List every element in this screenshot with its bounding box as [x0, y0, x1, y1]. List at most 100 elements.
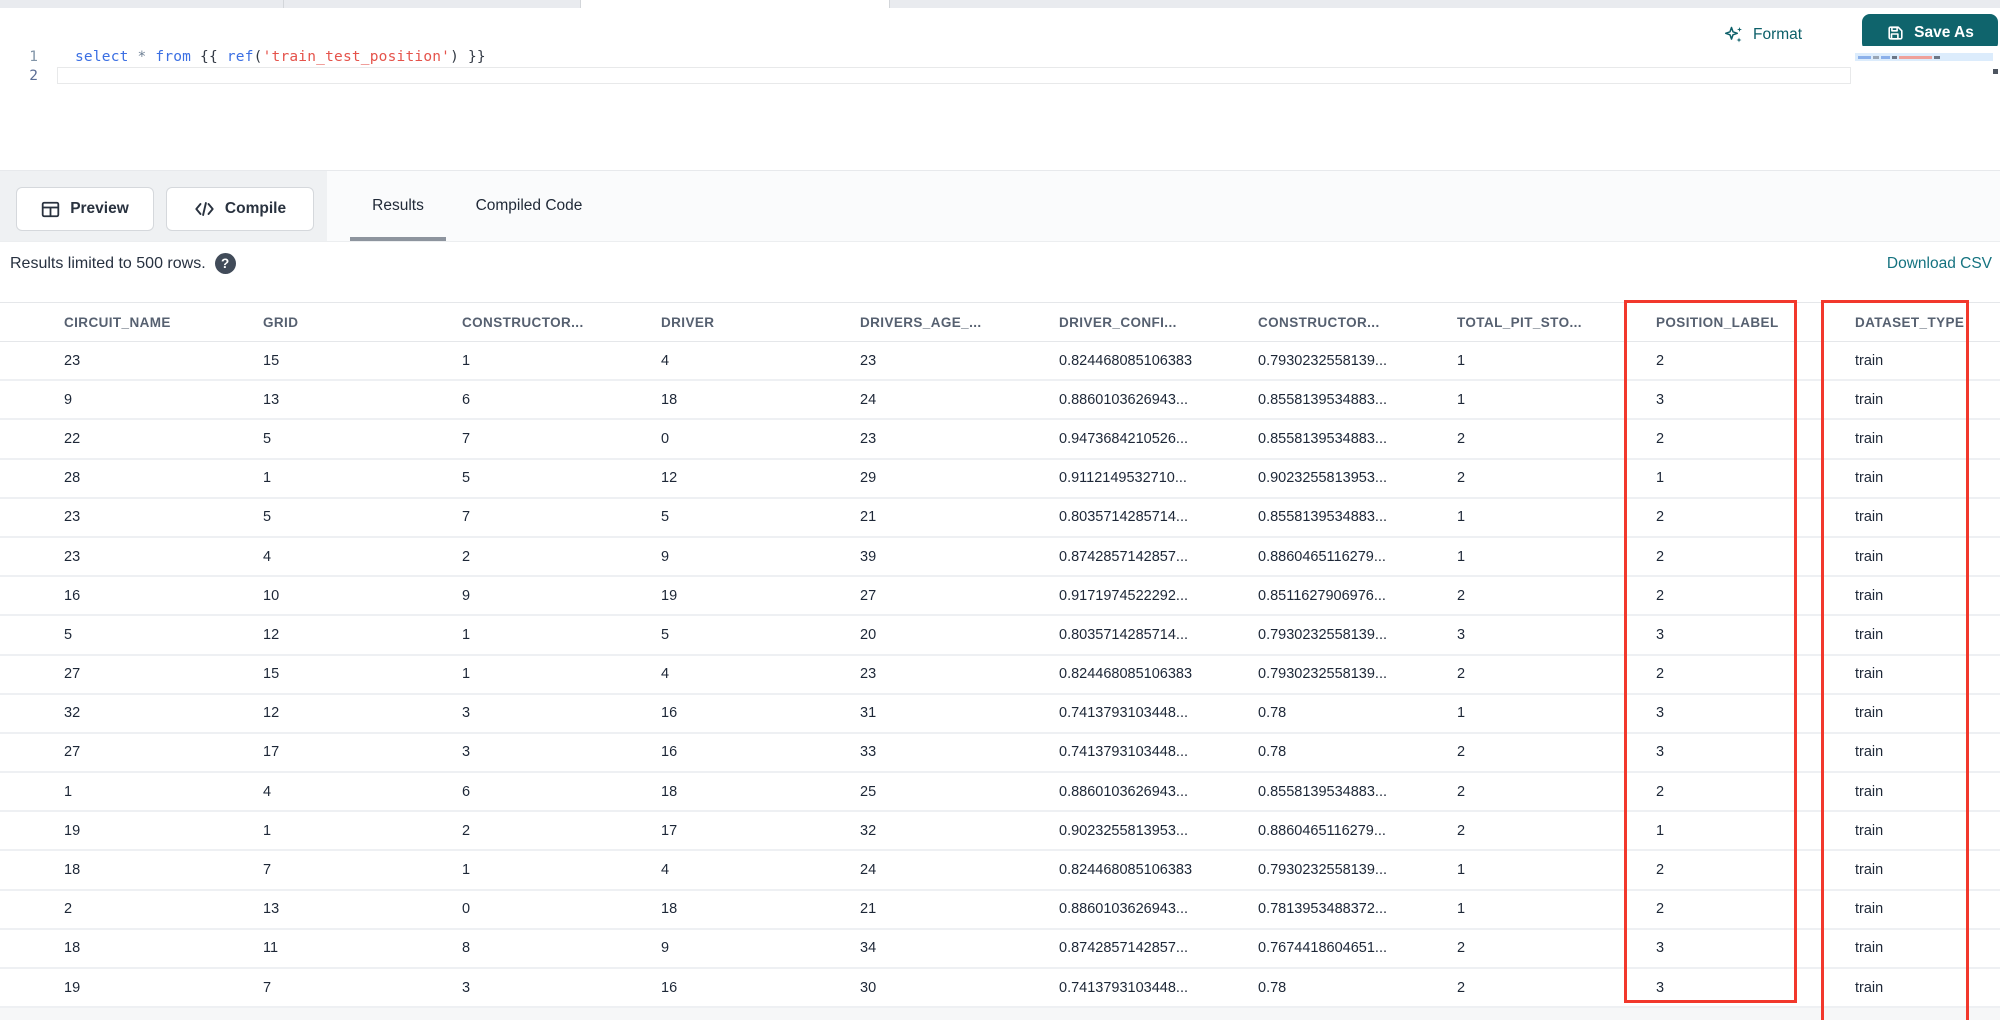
table-cell: 0.9023255813953... — [1258, 470, 1388, 487]
table-cell: 1 — [1457, 391, 1466, 408]
table-cell: 7 — [462, 509, 471, 526]
preview-button[interactable]: Preview — [16, 187, 154, 231]
minimap-visible-region — [1855, 53, 1993, 61]
table-cell: 0.7413793103448... — [1059, 744, 1189, 761]
table-cell: 1 — [1457, 705, 1466, 722]
table-cell: 0.824468085106383 — [1059, 352, 1193, 369]
table-cell: train — [1855, 783, 1884, 800]
table-cell: 4 — [661, 862, 670, 879]
table-cell: 0.78 — [1258, 744, 1287, 761]
table-cell: 12 — [661, 470, 678, 487]
table-cell: 5 — [462, 470, 471, 487]
table-cell: 4 — [263, 783, 272, 800]
active-line-highlight[interactable] — [57, 67, 1851, 84]
table-cell: 3 — [462, 979, 471, 996]
format-button[interactable]: Format — [1724, 25, 1802, 45]
table-cell: 13 — [263, 901, 280, 918]
table-cell: 2 — [1656, 666, 1665, 683]
table-cell: 2 — [1457, 979, 1466, 996]
table-cell: 0.78 — [1258, 705, 1287, 722]
table-row: 23 5 7 5 21 0.8035714285714... 0.8558139534883… — [0, 498, 2000, 538]
compile-button[interactable]: Compile — [166, 187, 314, 231]
tab-compiled-code[interactable]: Compiled Code — [466, 170, 592, 241]
table-cell: 3 — [1656, 940, 1665, 957]
table-row: 23 15 1 4 23 0.824468085106383 0.7930232558139… — [0, 342, 2000, 382]
table-cell: 16 — [661, 979, 678, 996]
table-cell: 5 — [661, 509, 670, 526]
table-cell: train — [1855, 901, 1884, 918]
table-cell: 23 — [860, 666, 877, 683]
table-row: 5 12 1 5 20 0.8035714285714... 0.7930232558139… — [0, 616, 2000, 656]
table-cell: 2 — [1656, 548, 1665, 565]
column-header: GRID — [263, 314, 299, 330]
table-row: 18 7 1 4 24 0.824468085106383 0.7930232558139.… — [0, 851, 2000, 891]
table-cell: 16 — [661, 744, 678, 761]
table-cell: 27 — [860, 587, 877, 604]
table-cell: 3 — [462, 744, 471, 761]
table-row: 2 13 0 18 21 0.8860103626943... 0.781395348837… — [0, 890, 2000, 930]
table-cell: 34 — [860, 940, 877, 957]
table-cell: 1 — [1457, 352, 1466, 369]
download-csv-link[interactable]: Download CSV — [1887, 255, 1992, 273]
help-icon[interactable]: ? — [214, 253, 236, 274]
table-cell: 0.8860103626943... — [1059, 391, 1189, 408]
table-cell: 0.7674418604651... — [1258, 940, 1388, 957]
save-icon — [1886, 24, 1904, 42]
table-cell: 2 — [1457, 666, 1466, 683]
table-cell: 33 — [860, 744, 877, 761]
table-cell: 21 — [860, 901, 877, 918]
table-cell: 0.7413793103448... — [1059, 705, 1189, 722]
table-cell: 19 — [64, 822, 81, 839]
editor-tab-strip — [0, 0, 2000, 8]
tab-divider — [283, 0, 284, 8]
tab-results[interactable]: Results — [350, 170, 446, 241]
table-cell: 23 — [64, 509, 81, 526]
table-cell: 0.8860465116279... — [1258, 822, 1386, 839]
column-header: DATASET_TYPE — [1855, 314, 1965, 330]
editor-minimap[interactable] — [1855, 46, 1995, 156]
table-cell: 3 — [462, 705, 471, 722]
table-cell: 0.824468085106383 — [1059, 862, 1193, 879]
table-cell: 23 — [64, 548, 81, 565]
editor-tab-active[interactable] — [581, 0, 889, 8]
table-cell: 25 — [860, 783, 877, 800]
table-row: 16 10 9 19 27 0.9171974522292... 0.85116279069… — [0, 577, 2000, 617]
table-row: 19 7 3 16 30 0.7413793103448... 0.78 2 3 train — [0, 969, 2000, 1009]
table-cell: 0.7930232558139... — [1258, 352, 1388, 369]
active-tab-underline — [350, 237, 446, 241]
code-editor[interactable]: 1 2 select * from {{ ref('train_test_pos… — [0, 46, 2000, 168]
table-cell: 29 — [860, 470, 877, 487]
table-cell: train — [1855, 391, 1884, 408]
table-cell: 2 — [1656, 783, 1665, 800]
code-line-1[interactable]: select * from {{ ref('train_test_positio… — [75, 49, 486, 65]
save-as-label: Save As — [1914, 23, 1974, 41]
table-cell: 3 — [1656, 979, 1665, 996]
table-cell: 39 — [860, 548, 877, 565]
table-cell: 22 — [64, 430, 81, 447]
table-cell: 1 — [462, 862, 471, 879]
table-row: 9 13 6 18 24 0.8860103626943... 0.855813953488… — [0, 381, 2000, 421]
table-cell: 5 — [263, 509, 272, 526]
minimap-code-mark — [1873, 55, 1879, 59]
table-cell: 9 — [661, 548, 670, 565]
table-cell: 1 — [64, 783, 73, 800]
table-cell: 4 — [661, 666, 670, 683]
table-cell: 0.8860103626943... — [1059, 783, 1189, 800]
table-cell: 31 — [860, 705, 877, 722]
table-cell: 2 — [1457, 587, 1466, 604]
table-cell: train — [1855, 862, 1884, 879]
table-cell: 0.8558139534883... — [1258, 509, 1388, 526]
line-number-1: 1 — [29, 49, 38, 65]
table-cell: 17 — [263, 744, 280, 761]
column-header: CONSTRUCTOR... — [1258, 314, 1380, 330]
table-cell: 0.8860465116279... — [1258, 548, 1386, 565]
table-cell: 3 — [1656, 626, 1665, 643]
table-cell: 0.9171974522292... — [1059, 587, 1189, 604]
table-cell: 1 — [263, 470, 272, 487]
table-cell: 16 — [64, 587, 81, 604]
table-cell: train — [1855, 705, 1884, 722]
results-table: CIRCUIT_NAME GRID CONSTRUCTOR... DRIVER DRIV… — [0, 302, 2000, 1009]
table-cell: 1 — [462, 626, 471, 643]
table-cell: 30 — [860, 979, 877, 996]
table-footer-strip — [0, 1008, 2000, 1020]
